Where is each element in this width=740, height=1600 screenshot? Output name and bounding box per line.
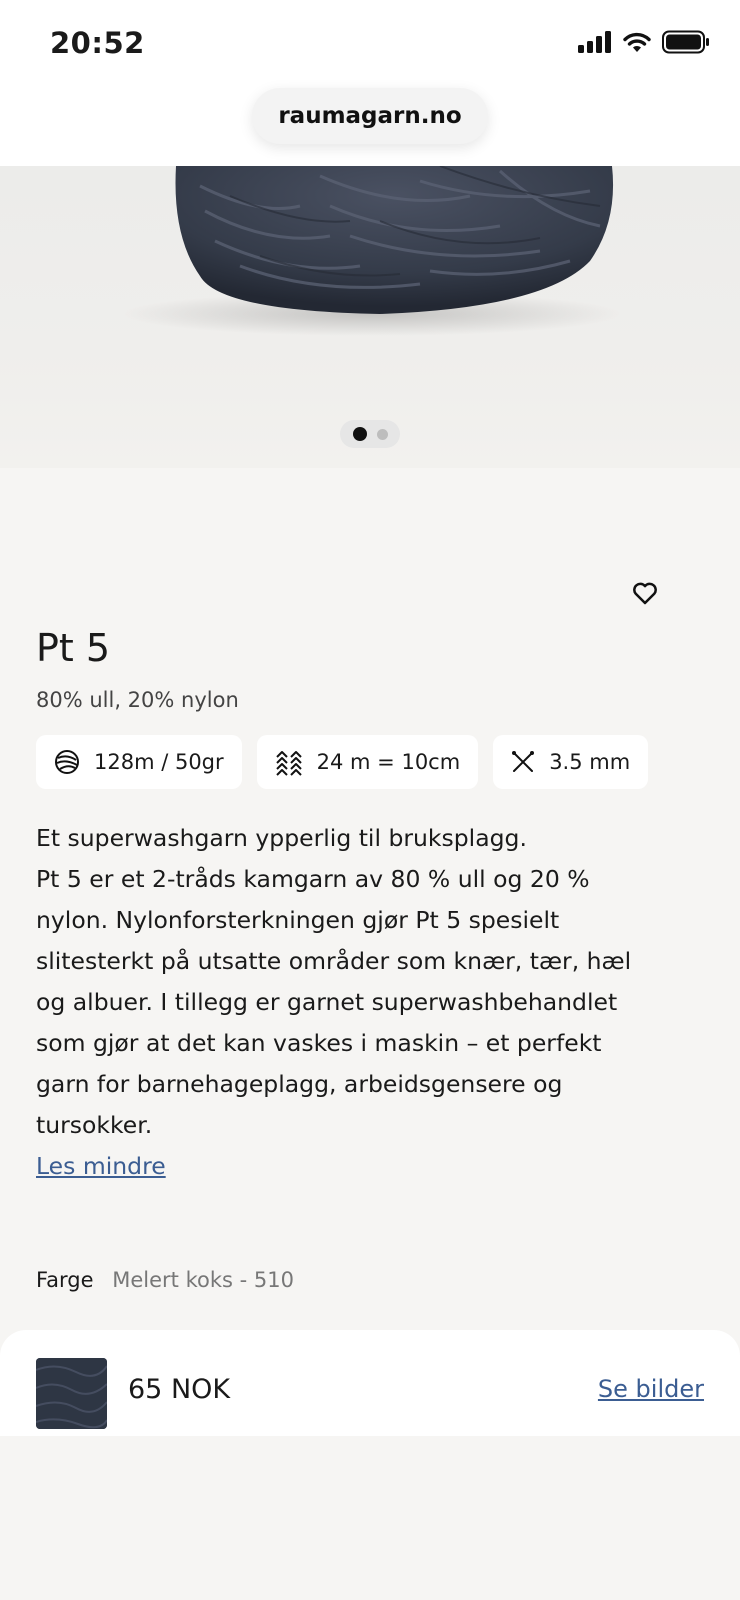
description-line: Pt 5 er et 2-tråds kamgarn av 80 % ull o…	[36, 865, 590, 893]
spec-gauge-text: 24 m = 10cm	[316, 750, 461, 774]
product-title: Pt 5	[36, 626, 111, 670]
needles-icon	[512, 751, 535, 772]
color-value: Melert koks - 510	[112, 1268, 294, 1292]
read-less-link[interactable]: Les mindre	[36, 1152, 166, 1180]
gauge-icon	[275, 751, 302, 776]
spec-yardage-text: 128m / 50gr	[94, 750, 224, 774]
spec-chips: 128m / 50gr 24 m = 10cm 3.5 mm	[36, 735, 649, 789]
color-swatch[interactable]	[36, 1358, 107, 1429]
heart-icon	[633, 582, 657, 605]
spec-chip-gauge: 24 m = 10cm	[256, 735, 479, 789]
status-icons	[578, 30, 710, 54]
description-line: slitesterkt på utsatte områder som knær,…	[36, 947, 632, 975]
yarn-ball-icon	[55, 750, 79, 774]
color-label: Farge	[36, 1268, 94, 1292]
product-composition: 80% ull, 20% nylon	[36, 688, 239, 712]
favorite-button[interactable]	[630, 578, 660, 608]
gallery-pagination[interactable]	[340, 420, 400, 448]
description-line: Et superwashgarn ypperlig til bruksplagg…	[36, 824, 527, 852]
see-images-link[interactable]: Se bilder	[598, 1375, 704, 1403]
purchase-bar: 65 NOK Se bilder	[0, 1330, 740, 1436]
spec-chip-needles: 3.5 mm	[493, 735, 649, 789]
description-line: tursokker.	[36, 1111, 153, 1139]
gallery-dot[interactable]	[376, 428, 388, 440]
battery-icon	[662, 30, 709, 54]
wifi-icon	[623, 32, 651, 52]
color-selection-row: Farge Melert koks - 510	[36, 1268, 294, 1292]
swatch-texture	[36, 1358, 107, 1429]
spec-needles-text: 3.5 mm	[549, 750, 631, 774]
status-time: 20:52	[50, 26, 145, 60]
description-line: garn for barnehageplagg, arbeidsgensere …	[36, 1070, 563, 1098]
browser-address-area: raumagarn.no	[0, 88, 740, 166]
url-bar[interactable]: raumagarn.no	[252, 88, 488, 144]
description-line: nylon. Nylonforsterkningen gjør Pt 5 spe…	[36, 906, 560, 934]
description-line: og albuer. I tillegg er garnet superwash…	[36, 988, 618, 1016]
cellular-signal-icon	[578, 31, 611, 53]
description-line: som gjør at det kan vaskes i maskin – et…	[36, 1029, 602, 1057]
spec-chip-yardage: 128m / 50gr	[36, 735, 242, 789]
gallery-dot-active[interactable]	[352, 427, 367, 441]
status-bar: 20:52	[0, 0, 740, 88]
product-price: 65 NOK	[128, 1374, 231, 1405]
product-description: Et superwashgarn ypperlig til bruksplagg…	[36, 818, 696, 1146]
